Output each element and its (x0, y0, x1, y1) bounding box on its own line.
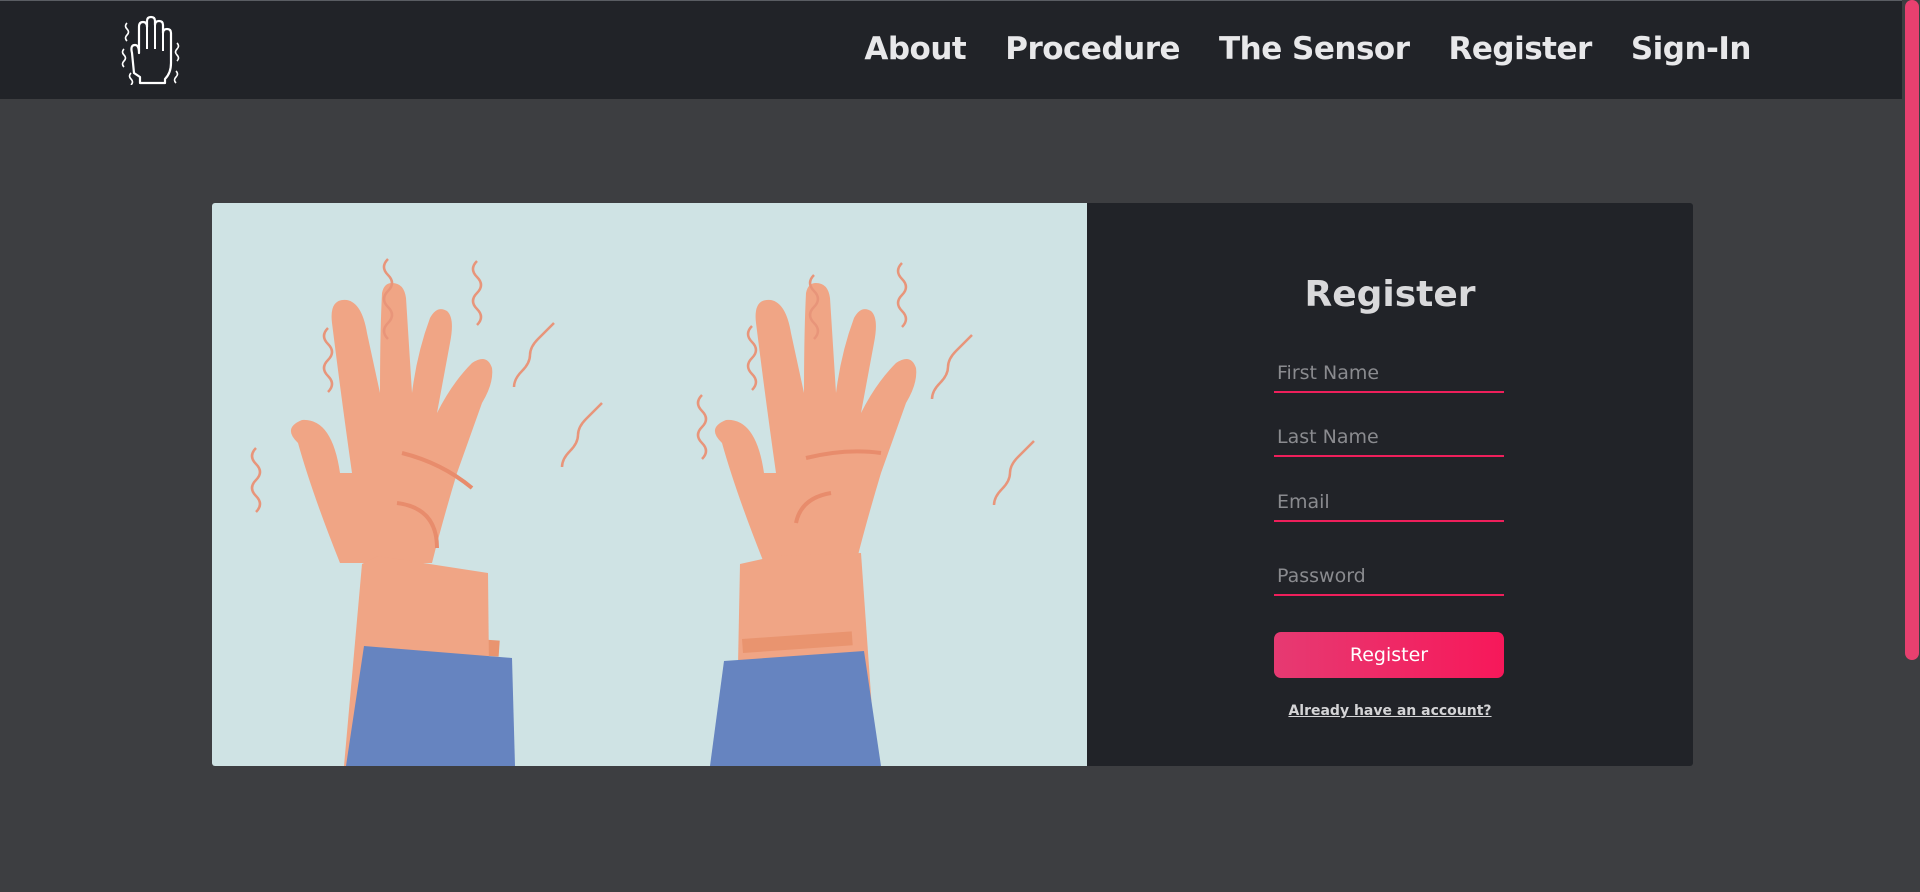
register-card: Register Register Already have an accoun… (212, 203, 1693, 766)
right-hand (710, 283, 917, 766)
nav-the-sensor-link[interactable]: The Sensor (1219, 31, 1410, 67)
nav-register-link[interactable]: Register (1449, 31, 1593, 67)
nav-about-link[interactable]: About (864, 31, 966, 67)
trembling-hands-illustration (212, 203, 1087, 766)
email-input[interactable] (1274, 484, 1504, 522)
password-input[interactable] (1274, 558, 1504, 596)
nav-sign-in-link[interactable]: Sign-In (1631, 31, 1752, 67)
register-button[interactable]: Register (1274, 632, 1504, 678)
form-title: Register (1304, 274, 1476, 315)
nav-links: About Procedure The Sensor Register Sign… (864, 31, 1751, 67)
shaking-hand-icon[interactable] (118, 15, 182, 85)
scrollbar-track[interactable] (1902, 0, 1920, 892)
sign-in-link[interactable]: Already have an account? (1087, 703, 1693, 719)
left-hand (290, 283, 515, 766)
scrollbar-thumb[interactable] (1905, 0, 1919, 660)
nav-procedure-link[interactable]: Procedure (1005, 31, 1180, 67)
navbar: About Procedure The Sensor Register Sign… (0, 0, 1902, 99)
first-name-input[interactable] (1274, 355, 1504, 393)
last-name-input[interactable] (1274, 419, 1504, 457)
register-form: Register Register Already have an accoun… (1087, 203, 1693, 766)
